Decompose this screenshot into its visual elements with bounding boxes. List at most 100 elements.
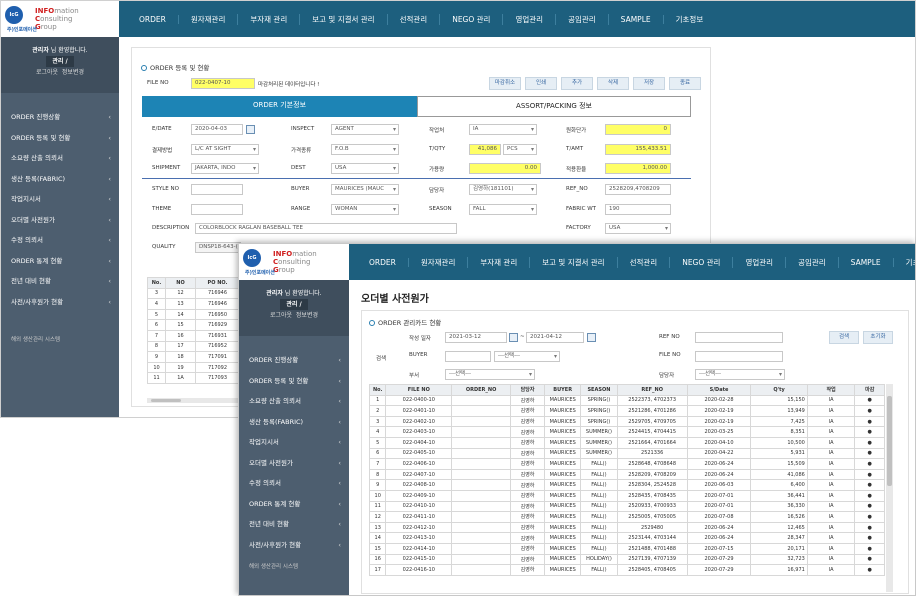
table-row[interactable]: 17 022-0416-10 김영하 MAURICES FALL() 2528405, 4…	[368, 564, 885, 576]
sidebar-menu-item[interactable]: ORDER 등록 및 현황	[239, 371, 349, 392]
fileno-search-input[interactable]	[695, 351, 783, 362]
edate-input[interactable]: 2020-04-03	[191, 124, 243, 135]
sidebar-menu-item[interactable]: 작업지시서	[1, 189, 119, 210]
grid-header[interactable]: PO NO.	[195, 277, 240, 289]
table-row[interactable]: 6 022-0405-10 김영하 MAURICES SUMMER() 2521336 20…	[368, 447, 885, 460]
nav-item[interactable]: 원자재관리	[179, 13, 239, 25]
logout-link[interactable]: 로그아웃	[270, 312, 292, 319]
sidebar-menu-item[interactable]: 오더별 사전원가	[239, 453, 349, 474]
sidebar-menu-item[interactable]: ORDER 진행상황	[1, 107, 119, 128]
table-row[interactable]: 12 022-0411-10 김영하 MAURICES FALL() 2525005, 4…	[368, 511, 885, 523]
table-row[interactable]: 5 14 716950	[147, 308, 240, 321]
nav-item[interactable]: NEGO 관리	[440, 13, 504, 25]
nav-item[interactable]: NEGO 관리	[670, 256, 734, 268]
nav-item[interactable]: 부자재 관리	[468, 256, 531, 268]
refno-input[interactable]: 2528209,4708209	[605, 184, 671, 195]
nav-item[interactable]: 영업관리	[733, 256, 787, 268]
sidebar-menu-item[interactable]: 소요량 산출 의뢰서	[239, 391, 349, 412]
inspect-select[interactable]: AGENT	[331, 124, 399, 135]
table-row[interactable]: 2 022-0401-10 김영하 MAURICES SPRING() 2521286, …	[368, 405, 885, 417]
toolbar-button[interactable]: 종료	[669, 77, 701, 90]
nav-item[interactable]: 기초정보	[894, 257, 915, 268]
table-row[interactable]: 16 022-0415-10 김영하 MAURICES HOLIDAY() 2527139…	[368, 553, 885, 566]
table-row[interactable]: 3 022-0402-10 김영하 MAURICES SPRING() 2529705, …	[368, 415, 885, 428]
nav-item[interactable]: 선적관리	[618, 256, 671, 268]
sidebar-menu-item[interactable]: 수정 의뢰서	[239, 473, 349, 494]
nav-item[interactable]: SAMPLE	[839, 257, 894, 267]
grid-header[interactable]: No.	[147, 277, 166, 289]
tqty-input[interactable]: 41,086	[469, 144, 501, 155]
nav-item[interactable]: ORDER	[357, 257, 409, 267]
grid-header[interactable]: S/Date	[686, 384, 752, 396]
sidebar-menu-item[interactable]: 전년 대비 현황	[1, 271, 119, 292]
table-row[interactable]: 1 022-0400-10 김영하 MAURICES SPRING() 2522373, …	[368, 394, 885, 407]
table-row[interactable]: 8 022-0407-10 김영하 MAURICES FALL() 2528209, 47…	[368, 468, 885, 481]
nav-item[interactable]: 보고 및 지결서 관리	[530, 256, 618, 268]
table-row[interactable]: 11 1A 717093	[147, 372, 240, 384]
sidebar-menu-item[interactable]: 생산 등록(FABRIC)	[239, 412, 349, 433]
toolbar-button[interactable]: 인쇄	[525, 77, 557, 90]
sidebar-menu-item[interactable]: ORDER 진행상황	[239, 350, 349, 371]
payment-select[interactable]: L/C AT SIGHT	[191, 144, 259, 155]
grid-header[interactable]: REF_NO	[616, 384, 688, 396]
dest-select[interactable]: USA	[331, 163, 399, 174]
sidebar-menu-item[interactable]: 수정 의뢰서	[1, 230, 119, 251]
table-row[interactable]: 10 022-0409-10 김영하 MAURICES FALL() 2528435, 4…	[368, 489, 885, 502]
toolbar-button[interactable]: 마감취소	[489, 77, 521, 90]
grid-header[interactable]: NO	[165, 277, 196, 289]
unitprice-input[interactable]: 0	[605, 124, 671, 135]
price-type-select[interactable]: F.O.B	[331, 144, 399, 155]
nav-item[interactable]: 부자재 관리	[238, 13, 301, 25]
buyer-search-select[interactable]: ---선택---	[494, 351, 560, 362]
nav-item[interactable]: 공임관리	[556, 13, 609, 25]
sidebar-menu-item[interactable]: 소요량 산출 의뢰서	[1, 148, 119, 169]
shipment-select[interactable]: JAKARTA, INDO	[191, 163, 259, 174]
table-row[interactable]: 15 022-0414-10 김영하 MAURICES FALL() 2521488, 4…	[368, 542, 885, 555]
profile-link[interactable]: 정보변경	[296, 312, 318, 319]
table-row[interactable]: 13 022-0412-10 김영하 MAURICES FALL() 2529480 202…	[368, 521, 885, 534]
style-input[interactable]	[191, 184, 243, 195]
table-row[interactable]: 9 18 717091	[147, 351, 240, 363]
nav-item[interactable]: 영업관리	[503, 13, 557, 25]
season-select[interactable]: FALL	[469, 204, 537, 215]
date-from-input[interactable]: 2021-03-12	[445, 332, 507, 343]
reset-button[interactable]: 초기화	[863, 331, 893, 344]
table-row[interactable]: 11 022-0410-10 김영하 MAURICES FALL() 2520933, 4…	[368, 500, 885, 513]
table-row[interactable]: 5 022-0404-10 김영하 MAURICES SUMMER() 2521664, …	[368, 436, 885, 449]
nav-item[interactable]: SAMPLE	[609, 14, 664, 24]
grid-header[interactable]: 담당자	[510, 384, 546, 396]
sidebar-menu-item[interactable]: 사전/사후원가 현황	[239, 535, 349, 556]
range-select[interactable]: WOMAN	[331, 204, 399, 215]
company-logo[interactable]: IcG INFOmation Consulting Group 주)인포메이션	[1, 1, 119, 37]
grid-header[interactable]: No.	[368, 384, 387, 396]
sidebar-menu-item[interactable]: 사전/사후원가 현황	[1, 292, 119, 313]
grid-header[interactable]: BUYER	[544, 384, 582, 396]
nav-item[interactable]: 원자재관리	[409, 256, 469, 268]
buyer-search-input[interactable]	[445, 351, 491, 362]
manager-search-select[interactable]: ---선택---	[695, 369, 785, 380]
table-row[interactable]: 8 17 716952	[147, 340, 240, 353]
grid-header[interactable]: Q'ty	[750, 384, 808, 396]
table-row[interactable]: 7 16 716931	[147, 329, 240, 342]
dept-select[interactable]: ---선택---	[445, 369, 535, 380]
sidebar-menu-item[interactable]: 전년 대비 현황	[239, 514, 349, 535]
sidebar-menu-item[interactable]: 오더별 사전원가	[1, 210, 119, 231]
grid-header[interactable]: 마감	[854, 384, 885, 396]
grid-header[interactable]: SEASON	[580, 384, 618, 396]
toolbar-button[interactable]: 저장	[633, 77, 665, 90]
logout-link[interactable]: 로그아웃	[36, 69, 58, 76]
nav-item[interactable]: 선적관리	[388, 13, 441, 25]
grid-header[interactable]: 작업	[806, 384, 856, 396]
manager-select[interactable]: 김영하(181101)	[469, 184, 537, 195]
table-row[interactable]: 3 12 716946	[147, 287, 240, 300]
profile-link[interactable]: 정보변경	[62, 69, 84, 76]
table-row[interactable]: 4 13 716946	[147, 298, 240, 310]
rate-input[interactable]: 1,000.00	[605, 163, 671, 174]
refno-search-input[interactable]	[695, 332, 783, 343]
tab-order-basic[interactable]: ORDER 기본정보	[142, 96, 417, 117]
sidebar-menu-item[interactable]: ORDER 통계 현황	[1, 251, 119, 272]
toolbar-button[interactable]: 삭제	[597, 77, 629, 90]
grid-hscrollbar[interactable]	[147, 398, 239, 403]
calendar-icon[interactable]	[246, 125, 255, 134]
company-logo-2[interactable]: IcG INFOmation Consulting Group 주)인포메이션	[239, 244, 357, 280]
